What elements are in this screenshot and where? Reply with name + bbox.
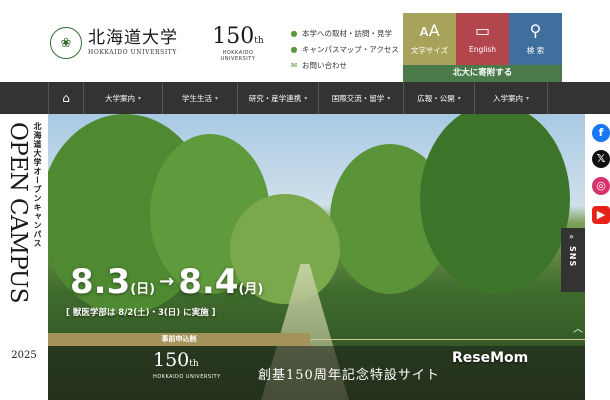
anniversary-caption: HOKKAIDO UNIVERSITY [220, 50, 256, 62]
book-icon: ▭ [474, 21, 491, 40]
logo-name-jp: 北海道大学 [88, 28, 178, 48]
nav-label: 国際交流・留学 [331, 93, 385, 103]
side-title-en: OPEN CAMPUS [5, 122, 31, 304]
side-title-jp: 北海道大学オープンキャンパス [33, 122, 42, 248]
utility-link-map[interactable]: ● キャンパスマップ・アクセス [289, 42, 399, 57]
utility-link-visit[interactable]: ● 本学への取材・訪問・見学 [289, 26, 399, 41]
font-size-label: 文字サイズ [410, 46, 449, 55]
double-chevron-icon: » [569, 232, 574, 241]
veterinary-note: [ 獣医学部は 8/2(土)・3(日) に実施 ] [66, 308, 216, 318]
english-button[interactable]: ▭ English [456, 13, 509, 65]
utility-link-label: キャンパスマップ・アクセス [302, 45, 399, 54]
date-start: 8.3 [70, 262, 131, 302]
date-end: 8.4 [178, 262, 239, 302]
chevron-down-icon: ▾ [214, 94, 218, 102]
anniversary-logo[interactable]: 150th HOKKAIDO UNIVERSITY [208, 24, 268, 63]
chevron-down-icon: ▾ [525, 94, 529, 102]
utility-link-contact[interactable]: ✉ お問い合わせ [289, 58, 399, 73]
tree-canopy [420, 114, 570, 294]
arrow-right-icon: → [159, 271, 175, 292]
chevron-down-icon: ▾ [457, 94, 461, 102]
nav-label: 広報・公開 [417, 93, 455, 103]
university-logo[interactable]: ❀ 北海道大学 HOKKAIDO UNIVERSITY [50, 26, 182, 60]
youtube-icon[interactable]: ▶ [592, 206, 610, 224]
search-icon: ⚲ [529, 21, 542, 40]
chevron-up-icon[interactable]: ︿ [573, 320, 583, 335]
emblem-icon: ❀ [50, 27, 82, 59]
date-end-day: (月) [238, 282, 264, 297]
chevron-down-icon: ▾ [137, 94, 141, 102]
map-pin-icon: ● [290, 44, 298, 54]
font-size-icon: ᴀA [419, 21, 440, 40]
search-button[interactable]: ⚲ 検 索 [509, 13, 562, 65]
nav-label: 研究・産学連携 [248, 93, 302, 103]
sns-tab-label: SNS [568, 246, 577, 268]
instagram-icon[interactable]: ◎ [592, 177, 610, 195]
utility-links: ● 本学への取材・訪問・見学 ● キャンパスマップ・アクセス ✉ お問い合わせ [289, 26, 399, 74]
info-icon: ● [290, 28, 298, 38]
site-header: ❀ 北海道大学 HOKKAIDO UNIVERSITY 150th HOKKAI… [0, 0, 610, 82]
chevron-down-icon: ▾ [304, 94, 308, 102]
nav-label: 入学案内 [492, 93, 523, 103]
date-start-day: (日) [130, 282, 156, 297]
nav-label: 大学案内 [104, 93, 135, 103]
banner-site-title: 創基150周年記念特設サイト [258, 368, 440, 383]
font-size-button[interactable]: ᴀA 文字サイズ [403, 13, 456, 65]
side-year: 2025 [11, 350, 37, 361]
event-dates: 8.3(日) → 8.4(月) [70, 262, 263, 302]
nav-item-admissions[interactable]: 入学案内 ▾ [474, 82, 548, 114]
global-nav: ⌂ 大学案内 ▾ 学生生活 ▾ 研究・産学連携 ▾ 国際交流・留学 ▾ 広報・公開 ▾ 入… [0, 82, 610, 114]
nav-item-international[interactable]: 国際交流・留学 ▾ [318, 82, 403, 114]
logo-name-en: HOKKAIDO UNIVERSITY [88, 49, 177, 56]
donate-button[interactable]: 北大に寄附する [403, 65, 562, 82]
sns-bar: f 𝕏 ◎ ▶ [585, 114, 610, 238]
sns-toggle-tab[interactable]: » SNS [561, 228, 585, 292]
logo-text: 北海道大学 HOKKAIDO UNIVERSITY [88, 30, 178, 56]
watermark-logo: ReseMom [452, 350, 529, 366]
x-icon[interactable]: 𝕏 [592, 150, 610, 168]
home-button[interactable]: ⌂ [48, 82, 83, 114]
utility-link-label: お問い合わせ [302, 61, 347, 70]
nav-item-research[interactable]: 研究・産学連携 ▾ [237, 82, 318, 114]
nav-item-about[interactable]: 大学案内 ▾ [83, 82, 162, 114]
divider [310, 339, 585, 340]
registration-badge: 事前申込制 [48, 333, 310, 346]
banner-anniversary-caption: HOKKAIDO UNIVERSITY [153, 374, 221, 380]
nav-label: 学生生活 [181, 93, 212, 103]
chevron-down-icon: ▾ [387, 94, 391, 102]
utility-link-label: 本学への取材・訪問・見学 [302, 29, 392, 38]
home-icon: ⌂ [62, 91, 70, 105]
nav-item-public-relations[interactable]: 広報・公開 ▾ [403, 82, 474, 114]
hero-banner[interactable]: 北海道大学オープンキャンパス OPEN CAMPUS 2025 8.3(日) → 8… [0, 114, 585, 400]
nav-item-student-life[interactable]: 学生生活 ▾ [162, 82, 237, 114]
anniversary-number: 150th [212, 24, 264, 49]
banner-anniversary-number: 150th [153, 349, 199, 371]
facebook-icon[interactable]: f [592, 124, 610, 142]
mail-icon: ✉ [290, 60, 298, 70]
open-campus-side-panel: 北海道大学オープンキャンパス OPEN CAMPUS 2025 [0, 114, 48, 400]
search-label: 検 索 [526, 46, 545, 55]
english-label: English [468, 45, 497, 54]
